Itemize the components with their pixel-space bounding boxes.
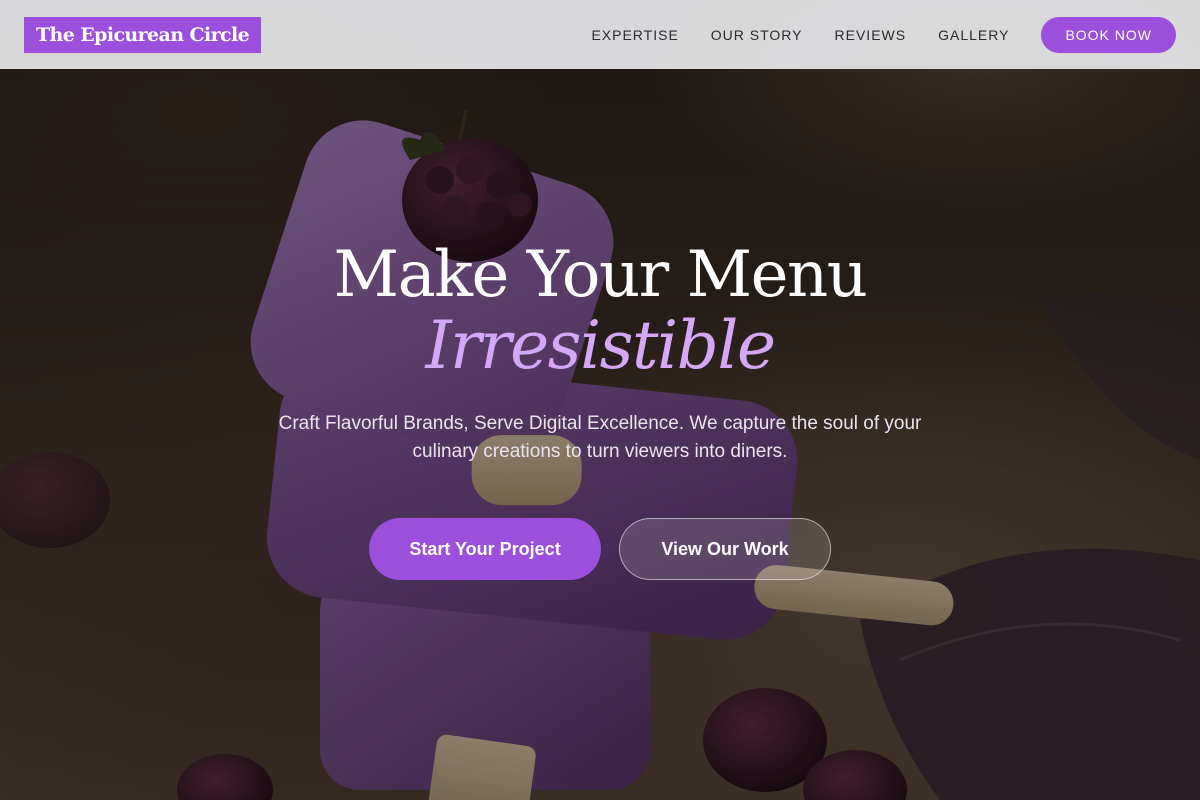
brand-logo[interactable]: The Epicurean Circle <box>24 16 262 53</box>
start-project-button[interactable]: Start Your Project <box>369 518 601 580</box>
view-work-button[interactable]: View Our Work <box>619 518 831 580</box>
hero-headline: Make Your Menu <box>333 238 868 312</box>
hero-section: Make Your Menu Irresistible Craft Flavor… <box>0 236 1200 580</box>
nav-links: EXPERTISE OUR STORY REVIEWS GALLERY BOOK… <box>591 16 1176 53</box>
hero-cta-row: Start Your Project View Our Work <box>0 518 1200 580</box>
nav-link-our-story[interactable]: OUR STORY <box>711 27 803 43</box>
hero-headline-accent: Irresistible <box>425 307 776 384</box>
nav-link-expertise[interactable]: EXPERTISE <box>591 27 678 43</box>
nav-link-reviews[interactable]: REVIEWS <box>835 27 907 43</box>
top-navigation-bar: The Epicurean Circle EXPERTISE OUR STORY… <box>0 0 1200 69</box>
book-now-button[interactable]: BOOK NOW <box>1041 16 1176 53</box>
nav-link-gallery[interactable]: GALLERY <box>938 27 1009 43</box>
hero-subtitle: Craft Flavorful Brands, Serve Digital Ex… <box>278 413 922 462</box>
